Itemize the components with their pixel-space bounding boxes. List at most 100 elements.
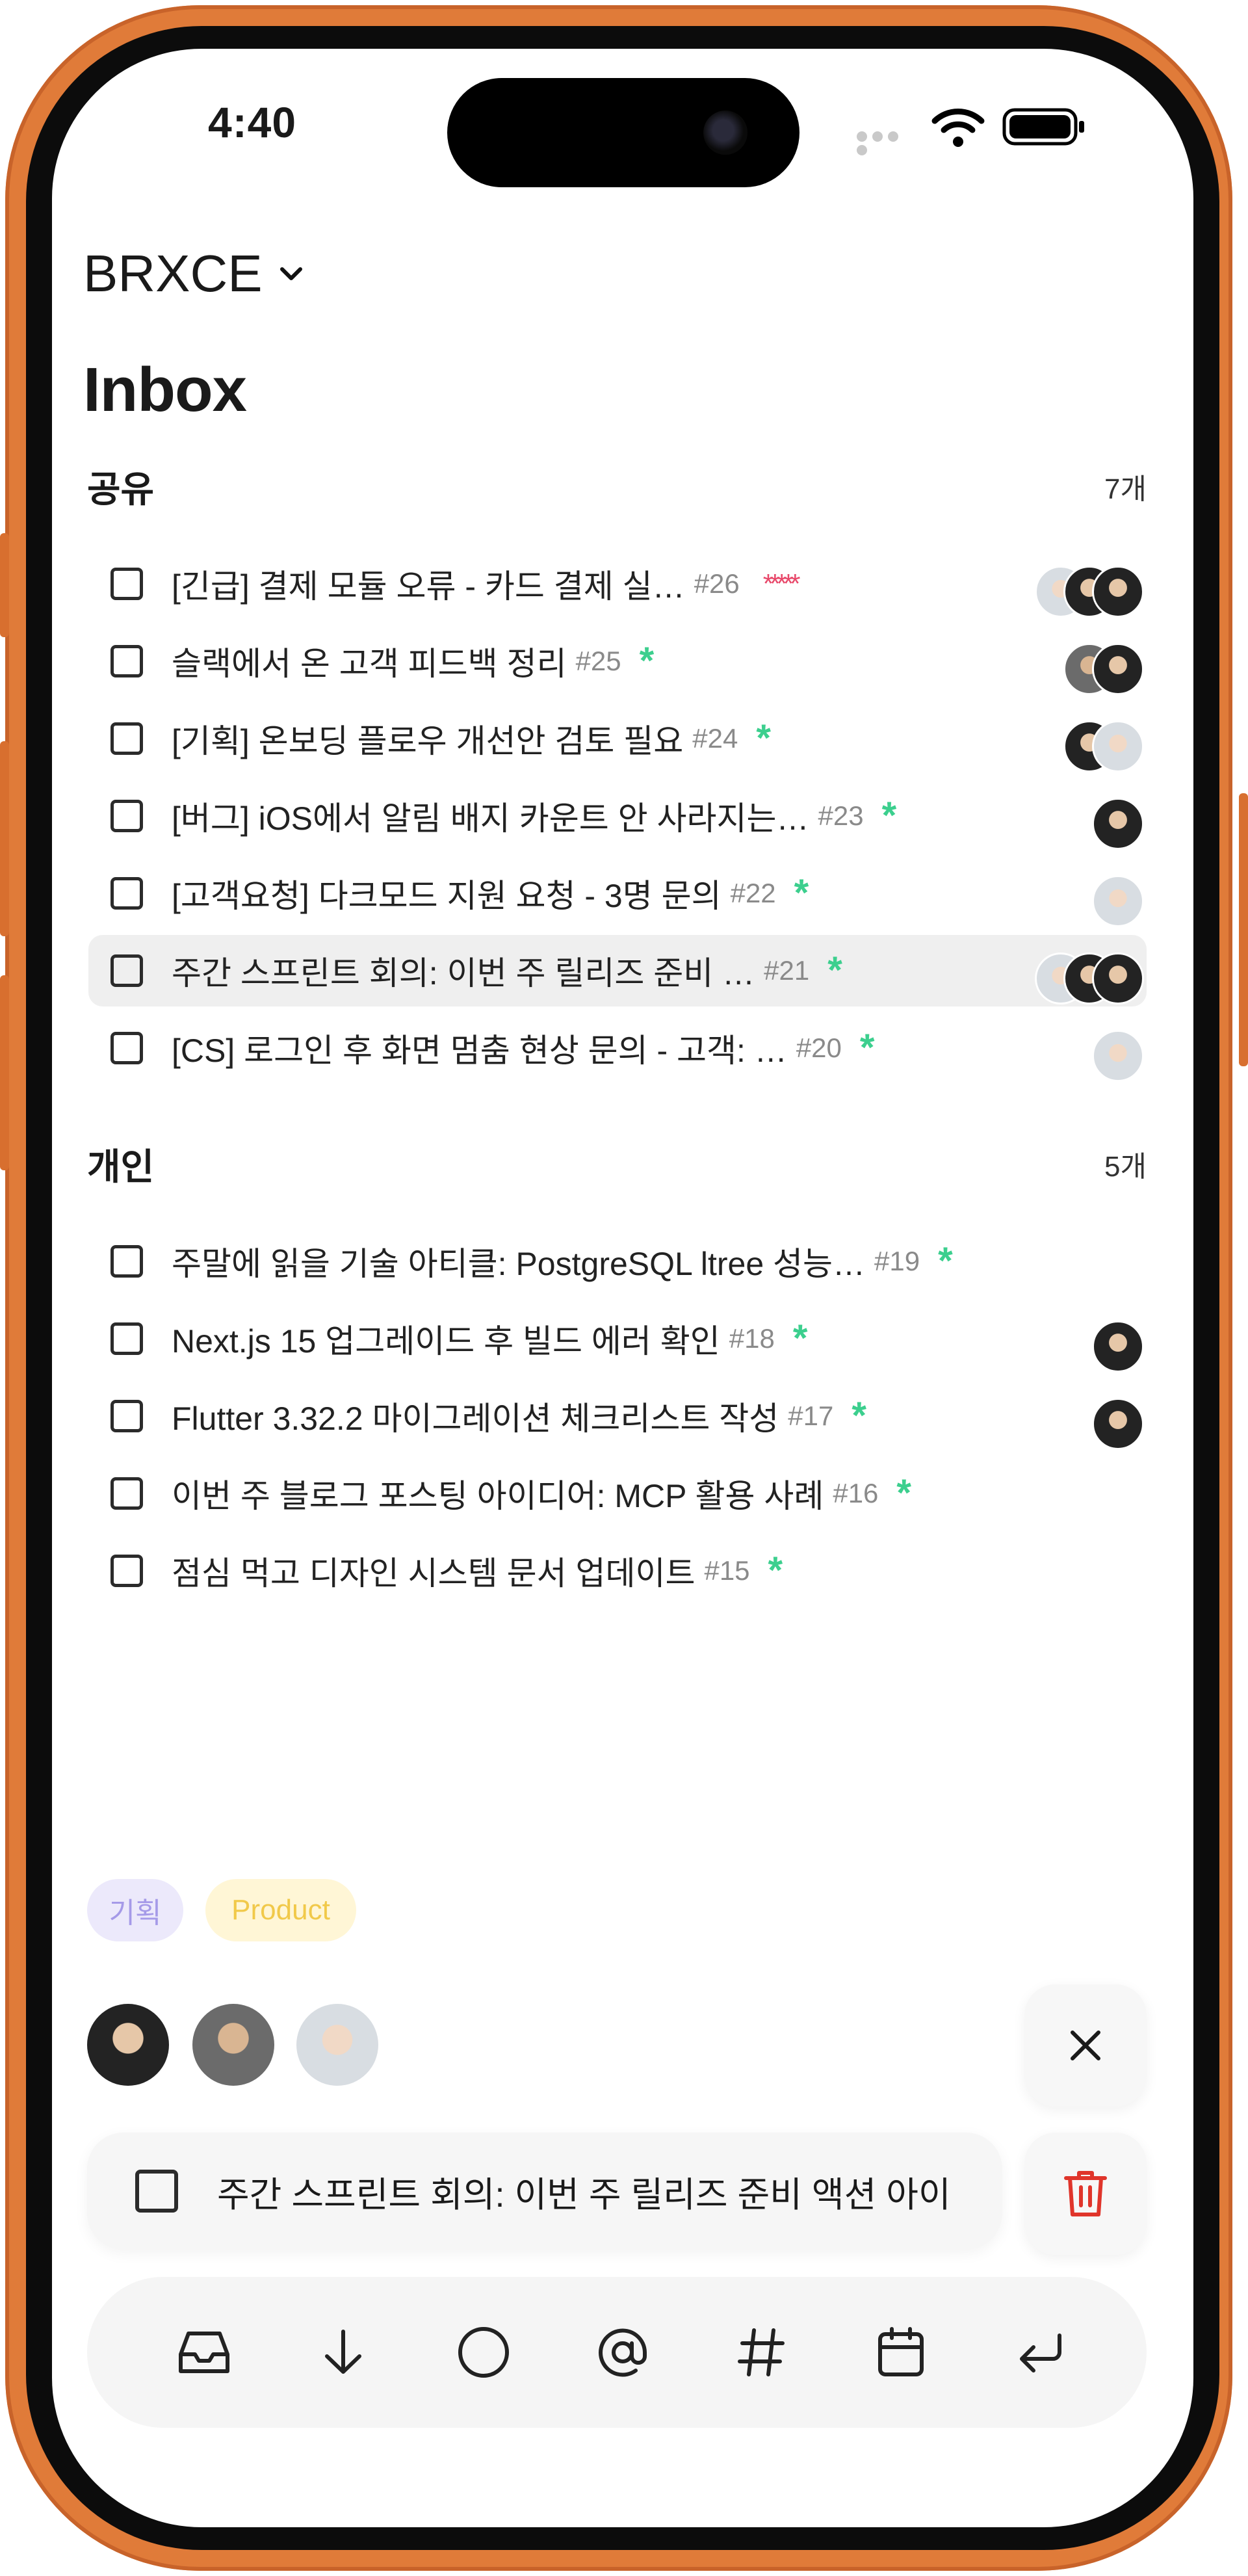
arrow-down-icon	[325, 2330, 361, 2374]
priority-icon: *	[938, 1240, 953, 1282]
close-icon	[1071, 2031, 1100, 2060]
task-number: #26	[694, 568, 740, 599]
camera-icon	[703, 111, 748, 155]
task-row[interactable]: [긴급] 결제 모듈 오류 - 카드 결제 실… #26 *****	[88, 548, 1147, 620]
chevron-down-icon	[280, 267, 302, 280]
battery-icon	[1002, 108, 1087, 146]
mention-button[interactable]	[590, 2320, 655, 2385]
assignee-avatar[interactable]	[192, 2004, 274, 2086]
close-button[interactable]	[1024, 1984, 1147, 2107]
assignee-stack	[1092, 875, 1144, 927]
task-checkbox[interactable]	[135, 2170, 178, 2213]
priority-icon: *	[852, 1395, 866, 1437]
status-button[interactable]	[451, 2320, 516, 2385]
assignee-stack	[1035, 566, 1144, 618]
avatar	[1092, 953, 1144, 1005]
task-checkbox[interactable]	[110, 645, 143, 677]
task-checkbox[interactable]	[110, 877, 143, 910]
task-row[interactable]: 슬랙에서 온 고객 피드백 정리 #25 *	[88, 625, 1147, 697]
calendar-icon	[878, 2327, 924, 2376]
priority-icon: *	[768, 1549, 783, 1592]
submit-button[interactable]	[1008, 2320, 1072, 2385]
hash-icon	[738, 2328, 785, 2376]
section-count-shared: 7개	[1104, 473, 1147, 505]
avatar	[1092, 1398, 1144, 1450]
task-number: #25	[575, 646, 621, 676]
task-title-input[interactable]: 주간 스프린트 회의: 이번 주 릴리즈 준비 액션 아이	[87, 2133, 1002, 2250]
task-row[interactable]: 점심 먹고 디자인 시스템 문서 업데이트 #15 *	[88, 1535, 1147, 1607]
assignee-stack	[1063, 643, 1144, 695]
signal-icon	[857, 131, 918, 155]
page-title: Inbox	[83, 355, 247, 425]
volume-down-button	[0, 975, 9, 1170]
task-checkbox[interactable]	[110, 1245, 143, 1278]
task-number: #20	[796, 1032, 842, 1063]
task-row[interactable]: 주말에 읽을 기술 아티클: PostgreSQL ltree 성능… #19 *	[88, 1226, 1147, 1297]
avatar	[1092, 720, 1144, 772]
tag-chip[interactable]: Product	[205, 1879, 356, 1941]
priority-icon: *	[827, 949, 842, 992]
task-number: #17	[788, 1400, 834, 1431]
priority-icon: *	[881, 795, 897, 837]
task-title: 주말에 읽을 기술 아티클: PostgreSQL ltree 성능…	[172, 1246, 866, 1282]
task-checkbox[interactable]	[110, 1400, 143, 1432]
priority-stars: *****	[762, 568, 801, 599]
task-row[interactable]: [CS] 로그인 후 화면 멈춤 현상 문의 - 고객: … #20 *	[88, 1012, 1147, 1084]
move-down-button[interactable]	[311, 2320, 376, 2385]
task-checkbox[interactable]	[110, 722, 143, 755]
task-row[interactable]: Next.js 15 업그레이드 후 빌드 에러 확인 #18 *	[88, 1303, 1147, 1374]
action-button	[0, 533, 9, 637]
power-button	[1239, 793, 1248, 1066]
task-row[interactable]: [버그] iOS에서 알림 배지 카운트 안 사라지는… #23 *	[88, 780, 1147, 852]
task-title: 점심 먹고 디자인 시스템 문서 업데이트	[172, 1555, 696, 1592]
task-row[interactable]: Flutter 3.32.2 마이그레이션 체크리스트 작성 #17 *	[88, 1380, 1147, 1452]
task-checkbox[interactable]	[110, 1032, 143, 1064]
task-number: #19	[874, 1246, 920, 1276]
priority-icon: *	[756, 717, 771, 759]
tag-button[interactable]	[729, 2320, 794, 2385]
task-checkbox[interactable]	[110, 1477, 143, 1510]
assignee-stack	[1063, 720, 1144, 772]
task-checkbox[interactable]	[110, 568, 143, 600]
task-number: #21	[764, 955, 810, 986]
task-title-text[interactable]: 주간 스프린트 회의: 이번 주 릴리즈 준비 액션 아이	[217, 2166, 951, 2217]
task-title: Flutter 3.32.2 마이그레이션 체크리스트 작성	[172, 1400, 779, 1437]
section-title-personal: 개인	[87, 1146, 155, 1187]
inbox-icon	[179, 2332, 229, 2373]
task-row[interactable]: [기획] 온보딩 플로우 개선안 검토 필요 #24 *	[88, 703, 1147, 774]
task-title: [버그] iOS에서 알림 배지 카운트 안 사라지는…	[172, 800, 809, 837]
task-checkbox[interactable]	[110, 1555, 143, 1587]
assignee-avatar[interactable]	[87, 2004, 169, 2086]
delete-button[interactable]	[1024, 2133, 1147, 2255]
task-number: #22	[730, 878, 776, 908]
task-title: 슬랙에서 온 고객 피드백 정리	[172, 646, 567, 682]
avatar	[1092, 798, 1144, 850]
task-row[interactable]: 이번 주 블로그 포스팅 아이디어: MCP 활용 사례 #16 *	[88, 1458, 1147, 1529]
at-icon	[599, 2328, 647, 2377]
assignee-avatar[interactable]	[296, 2004, 378, 2086]
avatar	[1092, 1321, 1144, 1373]
return-icon	[1020, 2333, 1061, 2372]
task-checkbox[interactable]	[110, 954, 143, 987]
task-title: 주간 스프린트 회의: 이번 주 릴리즈 준비 …	[172, 955, 755, 992]
task-title: [기획] 온보딩 플로우 개선안 검토 필요	[172, 723, 684, 759]
task-checkbox[interactable]	[110, 800, 143, 832]
task-row[interactable]: [고객요청] 다크모드 지원 요청 - 3명 문의 #22 *	[88, 858, 1147, 929]
date-button[interactable]	[868, 2320, 933, 2385]
workspace-name: BRXCE	[83, 244, 263, 302]
task-checkbox[interactable]	[110, 1322, 143, 1355]
status-time: 4:40	[208, 98, 297, 146]
task-number: #16	[833, 1478, 879, 1508]
volume-up-button	[0, 741, 9, 936]
task-number: #15	[704, 1555, 750, 1586]
avatar	[1092, 875, 1144, 927]
workspace-selector[interactable]: BRXCE	[83, 244, 304, 304]
task-row[interactable]: 주간 스프린트 회의: 이번 주 릴리즈 준비 … #21 *	[88, 935, 1147, 1006]
tag-chip[interactable]: 기획	[87, 1879, 183, 1941]
wifi-icon	[931, 107, 985, 148]
priority-icon: *	[794, 872, 809, 914]
assignee-stack	[1092, 1030, 1144, 1082]
priority-icon: *	[639, 640, 655, 682]
inbox-button[interactable]	[172, 2320, 237, 2385]
assignee-stack	[1092, 1321, 1144, 1373]
